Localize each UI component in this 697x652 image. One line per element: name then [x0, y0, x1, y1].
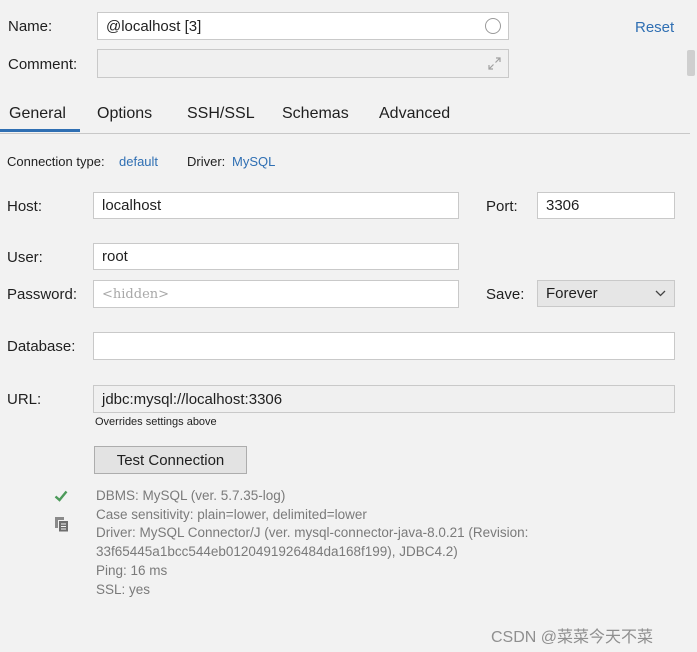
comment-label: Comment: [8, 56, 78, 73]
connection-type-label: Connection type: [7, 154, 105, 169]
url-input[interactable]: jdbc:mysql://localhost:3306 [93, 385, 675, 413]
driver-label: Driver: [187, 154, 226, 169]
port-input[interactable]: 3306 [537, 192, 675, 219]
color-picker-icon[interactable] [485, 18, 501, 34]
driver-link[interactable]: MySQL [232, 154, 275, 169]
tab-general[interactable]: General [9, 105, 66, 123]
save-select[interactable]: Forever [537, 280, 675, 307]
check-icon [54, 490, 68, 502]
tab-advanced[interactable]: Advanced [379, 105, 450, 123]
result-ping: Ping: 16 ms [96, 563, 168, 578]
result-driver-revision: 33f65445a1bcc544eb0120491926484da168f199… [96, 544, 458, 559]
user-label: User: [7, 249, 43, 266]
reset-link[interactable]: Reset [635, 19, 674, 36]
port-label: Port: [486, 198, 518, 215]
url-note: Overrides settings above [95, 416, 217, 428]
comment-input[interactable] [97, 49, 509, 78]
watermark: CSDN @菜菜今天不菜 [491, 629, 654, 646]
database-label: Database: [7, 338, 76, 355]
host-value: localhost [102, 197, 162, 214]
database-input[interactable] [93, 332, 675, 360]
tab-schemas[interactable]: Schemas [282, 105, 349, 123]
result-dbms: DBMS: MySQL (ver. 5.7.35-log) [96, 488, 286, 503]
result-ssl: SSL: yes [96, 582, 151, 597]
save-value: Forever [546, 285, 598, 302]
copy-icon[interactable] [54, 516, 70, 533]
password-input[interactable]: <hidden> [93, 280, 459, 308]
name-input[interactable]: @localhost [3] [97, 12, 509, 40]
url-label: URL: [7, 391, 42, 408]
expand-icon[interactable] [488, 57, 501, 70]
name-value: @localhost [3] [106, 17, 202, 35]
url-value: jdbc:mysql://localhost:3306 [102, 390, 283, 408]
port-value: 3306 [546, 197, 580, 214]
host-input[interactable]: localhost [93, 192, 459, 219]
name-label: Name: [8, 18, 53, 35]
test-connection-button[interactable]: Test Connection [94, 446, 247, 474]
tab-options[interactable]: Options [97, 105, 152, 123]
active-tab-indicator [0, 129, 80, 132]
result-driver: Driver: MySQL Connector/J (ver. mysql-co… [96, 525, 529, 540]
tab-divider [0, 133, 690, 134]
scrollbar-thumb[interactable] [687, 50, 695, 76]
user-value: root [102, 248, 128, 265]
test-connection-label: Test Connection [116, 451, 225, 469]
chevron-down-icon [655, 290, 666, 297]
result-case-sensitivity: Case sensitivity: plain=lower, delimited… [96, 507, 367, 522]
tab-ssh-ssl[interactable]: SSH/SSL [187, 105, 255, 123]
save-label: Save: [486, 286, 525, 303]
host-label: Host: [7, 198, 43, 215]
password-placeholder: <hidden> [102, 286, 170, 302]
password-label: Password: [7, 286, 78, 303]
user-input[interactable]: root [93, 243, 459, 270]
connection-type-link[interactable]: default [119, 154, 158, 169]
